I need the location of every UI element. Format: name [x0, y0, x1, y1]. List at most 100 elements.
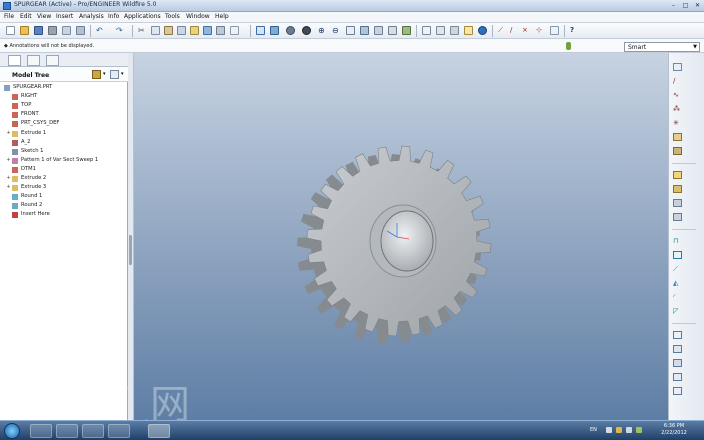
tree-item[interactable]: + Extrude 2 — [0, 174, 127, 183]
copy-tool-icon[interactable] — [673, 331, 682, 339]
tray-flag-icon[interactable] — [616, 427, 622, 433]
spur-gear-model[interactable] — [134, 53, 668, 420]
menu-window[interactable]: Window — [186, 13, 210, 20]
splitter-grip[interactable] — [129, 235, 132, 265]
datum-curve-tool-icon[interactable]: ∿ — [673, 91, 682, 99]
taskbar-proe-icon[interactable] — [148, 424, 170, 438]
zoom-out-icon[interactable]: ⊖ — [332, 26, 341, 35]
sketch-tool-icon[interactable] — [673, 147, 682, 155]
email-icon[interactable] — [62, 26, 71, 35]
selection-dropdown-icon[interactable] — [230, 26, 239, 35]
orient-mode-icon[interactable] — [286, 26, 295, 35]
paste-special-icon[interactable] — [177, 26, 186, 35]
menu-file[interactable]: File — [4, 13, 14, 20]
trim-tool-icon[interactable] — [673, 373, 682, 381]
minimize-button[interactable]: – — [668, 1, 679, 10]
wireframe-icon[interactable] — [422, 26, 431, 35]
refit-icon[interactable] — [346, 26, 355, 35]
tree-item[interactable]: DTM1 — [0, 165, 127, 174]
maximize-button[interactable]: □ — [680, 1, 691, 10]
start-button[interactable] — [4, 423, 20, 439]
chevron-down-icon[interactable]: ▾ — [121, 71, 124, 77]
show-menu-icon[interactable] — [110, 70, 119, 79]
datum-axis-tool-icon[interactable]: / — [673, 77, 682, 85]
no-hidden-icon[interactable] — [450, 26, 459, 35]
datum-axes-icon[interactable]: / — [510, 26, 519, 35]
selection-filter-select[interactable]: Smart ▼ — [624, 42, 700, 52]
taskbar-ie-icon[interactable] — [30, 424, 52, 438]
tree-item[interactable]: A_2 — [0, 138, 127, 147]
zoom-in-icon[interactable]: ⊕ — [318, 26, 327, 35]
open-folder-icon[interactable] — [20, 26, 29, 35]
pattern-tool-icon[interactable] — [673, 387, 682, 395]
taskbar-explorer-icon[interactable] — [56, 424, 78, 438]
extrude-tool-icon[interactable] — [673, 171, 682, 179]
menu-info[interactable]: Info — [108, 13, 119, 20]
appearance-icon[interactable] — [478, 26, 487, 35]
tree-item[interactable]: TOP — [0, 101, 127, 110]
tab-favorites[interactable] — [46, 55, 59, 66]
undo-icon[interactable]: ↶ — [96, 26, 105, 35]
menu-edit[interactable]: Edit — [20, 13, 32, 20]
tree-item[interactable]: Round 1 — [0, 192, 127, 201]
new-file-icon[interactable] — [6, 26, 15, 35]
saved-views-icon[interactable] — [374, 26, 383, 35]
expand-icon[interactable]: + — [6, 157, 11, 163]
annotation-display-icon[interactable] — [550, 26, 559, 35]
variable-section-sweep-tool-icon[interactable] — [673, 199, 682, 207]
menu-help[interactable]: Help — [215, 13, 229, 20]
select-box-icon[interactable] — [216, 26, 225, 35]
view-manager-icon[interactable] — [402, 26, 411, 35]
graphics-window[interactable] — [134, 53, 668, 420]
tray-volume-icon[interactable] — [626, 427, 632, 433]
find-icon[interactable] — [203, 26, 212, 35]
send-icon[interactable] — [76, 26, 85, 35]
redo-icon[interactable]: ↷ — [116, 26, 125, 35]
round-tool-icon[interactable]: ◜ — [673, 293, 682, 301]
mirror-tool-icon[interactable] — [673, 345, 682, 353]
menu-view[interactable]: View — [37, 13, 51, 20]
menu-tools[interactable]: Tools — [165, 13, 180, 20]
chevron-down-icon[interactable]: ▾ — [103, 71, 106, 77]
shell-tool-icon[interactable] — [673, 251, 682, 259]
tree-item[interactable]: + Extrude 3 — [0, 183, 127, 192]
print-icon[interactable] — [48, 26, 57, 35]
close-button[interactable]: ✕ — [692, 1, 703, 10]
taskbar-media-icon[interactable] — [82, 424, 104, 438]
expand-icon[interactable]: + — [6, 130, 11, 136]
taskbar-app-icon[interactable] — [108, 424, 130, 438]
layers-icon[interactable] — [388, 26, 397, 35]
datum-point-tool-icon[interactable]: ⁂ — [673, 105, 682, 113]
expand-icon[interactable]: + — [6, 185, 11, 190]
datum-planes-icon[interactable]: ⟋ — [498, 26, 507, 35]
csys-tool-icon[interactable]: ✳ — [673, 119, 682, 127]
tree-item[interactable]: + Extrude 1 — [0, 129, 127, 138]
draft-tool-icon[interactable]: ◭ — [673, 279, 682, 287]
save-icon[interactable] — [34, 26, 43, 35]
paste-icon[interactable] — [164, 26, 173, 35]
tree-settings-icon[interactable] — [92, 70, 101, 79]
language-indicator[interactable]: EN — [590, 427, 597, 433]
tab-folder-browser[interactable] — [27, 55, 40, 66]
system-clock[interactable]: 6:36 PM 2/22/2012 — [648, 423, 700, 437]
regenerate-icon[interactable] — [190, 26, 199, 35]
tray-network-icon[interactable] — [606, 427, 612, 433]
tray-battery-icon[interactable] — [636, 427, 642, 433]
menu-applications[interactable]: Applications — [124, 13, 161, 20]
tree-item[interactable]: FRONT — [0, 110, 127, 119]
menu-analysis[interactable]: Analysis — [79, 13, 104, 20]
spin-center-icon[interactable] — [270, 26, 279, 35]
hole-tool-icon[interactable]: ⊓ — [673, 237, 682, 245]
hidden-line-icon[interactable] — [436, 26, 445, 35]
chamfer-tool-icon[interactable]: ◸ — [673, 307, 682, 315]
cut-icon[interactable]: ✂ — [138, 26, 147, 35]
tab-model-tree[interactable] — [8, 55, 21, 66]
display-style-icon[interactable] — [302, 26, 311, 35]
datum-plane-tool-icon[interactable] — [673, 63, 682, 71]
tree-item[interactable]: PRT_CSYS_DEF — [0, 119, 127, 128]
tree-item[interactable]: RIGHT — [0, 92, 127, 101]
analysis-tool-icon[interactable] — [673, 133, 682, 141]
tree-item[interactable]: Round 2 — [0, 201, 127, 210]
reorient-icon[interactable] — [360, 26, 369, 35]
shading-icon[interactable] — [464, 26, 473, 35]
